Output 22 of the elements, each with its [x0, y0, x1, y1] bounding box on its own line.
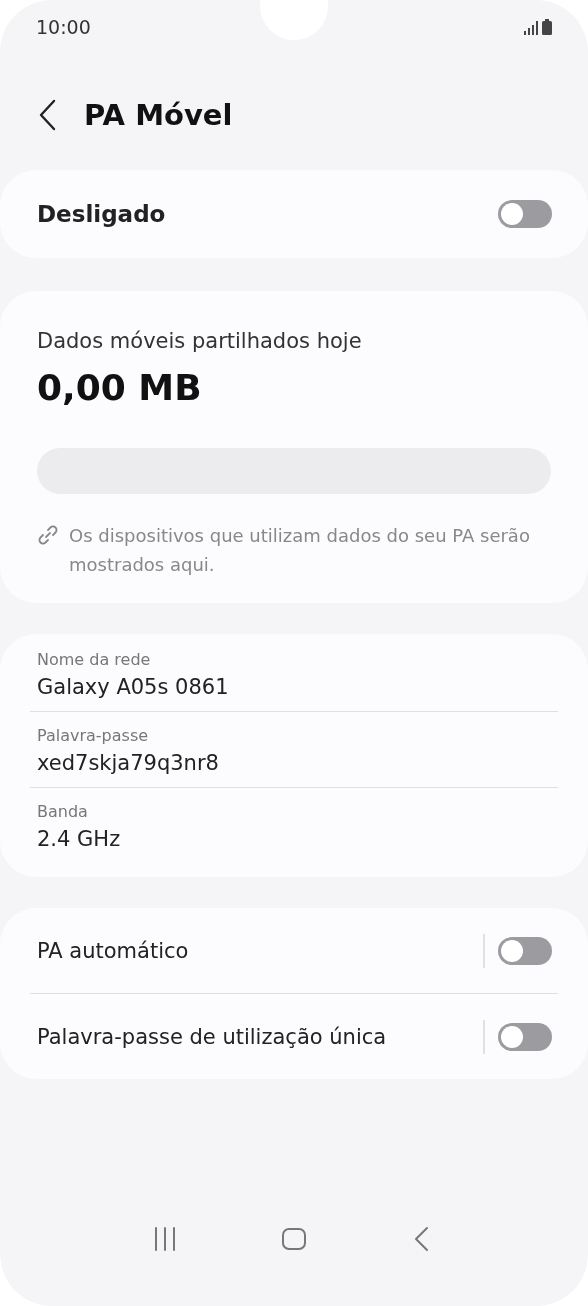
battery-icon — [542, 19, 552, 35]
signal-icon — [524, 21, 538, 35]
field-value: Galaxy A05s 0861 — [37, 675, 230, 699]
field-value: xed7skja79q3nr8 — [37, 751, 220, 775]
option-label: Palavra-passe de utilização única — [37, 1024, 387, 1049]
option-label: PA automático — [37, 938, 189, 963]
switch-label: Desligado — [37, 201, 166, 227]
field-label: Nome da rede — [37, 650, 152, 669]
toggle-switch[interactable] — [498, 1022, 552, 1051]
field-value: 2.4 GHz — [37, 827, 122, 851]
link-icon — [37, 524, 59, 546]
back-icon[interactable] — [38, 99, 56, 131]
usage-amount: 0,00 MB — [37, 367, 203, 408]
field-label: Banda — [37, 802, 89, 821]
info-text: Os dispositivos que utilizam dados do seu PA serão mostrados aqui. — [69, 524, 531, 577]
toggle-switch[interactable] — [498, 200, 552, 228]
usage-label: Dados móveis partilhados hoje — [37, 329, 363, 353]
toggle-switch[interactable] — [498, 936, 552, 965]
home-icon[interactable] — [281, 1226, 307, 1252]
status-time: 10:00 — [36, 16, 91, 38]
page-title: PA Móvel — [84, 98, 233, 132]
field-label: Palavra-passe — [37, 726, 150, 745]
